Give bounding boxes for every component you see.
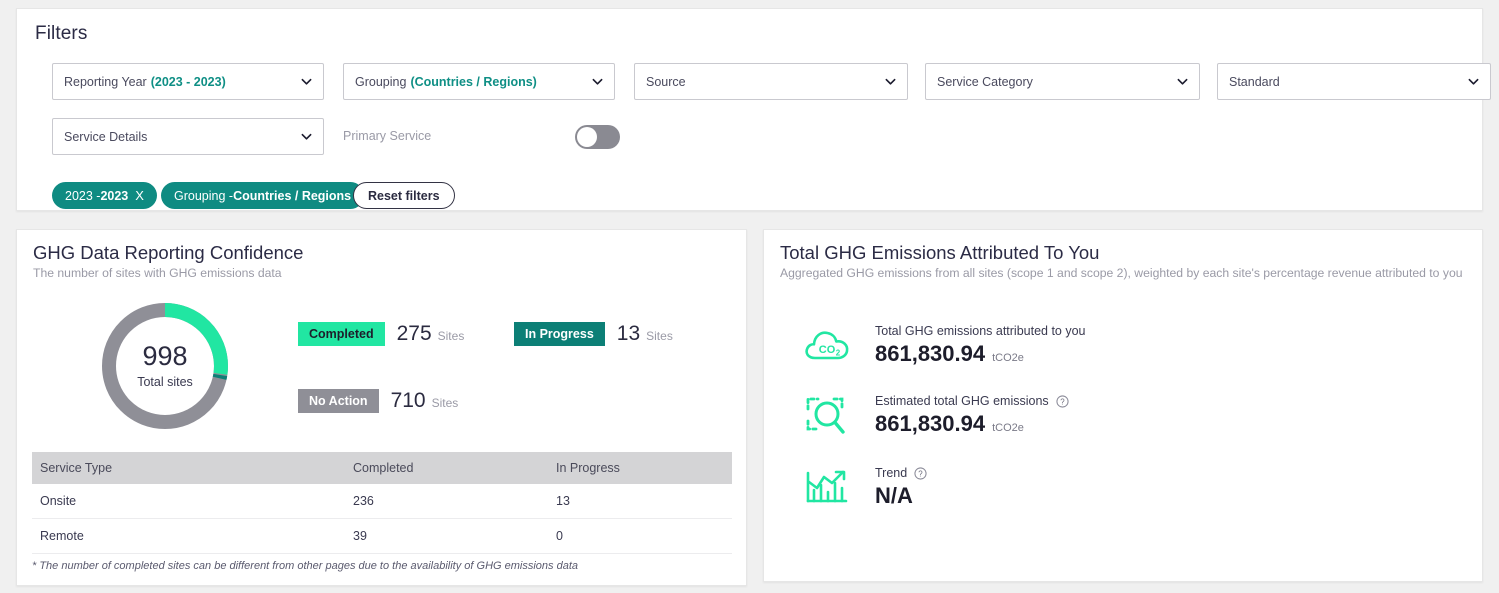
legend-item-in-progress: In Progress 13 Sites — [514, 322, 673, 346]
chip-grouping-value: Countries / Regions — [233, 188, 352, 203]
chip-year-label: 2023 - — [65, 188, 101, 203]
metric-value-row: N/A — [875, 483, 927, 509]
chevron-down-icon — [885, 76, 896, 87]
legend-item-no-action: No Action 710 Sites — [298, 389, 458, 413]
grouping-select[interactable]: Grouping (Countries / Regions) — [343, 63, 615, 100]
filter-chip-year[interactable]: 2023 - 2023 X — [52, 182, 157, 209]
svg-text:?: ? — [1060, 397, 1065, 406]
completed-unit: Sites — [437, 329, 465, 343]
total-emissions-value: 861,830.94 — [875, 341, 986, 366]
standard-label: Standard — [1229, 74, 1280, 89]
help-icon[interactable]: ? — [914, 466, 927, 480]
status-badge-no-action: No Action — [298, 389, 379, 413]
metric-label: Trend ? — [875, 466, 927, 480]
legend-item-completed: Completed 275 Sites — [298, 322, 464, 346]
page-title: GHG Data Reporting Confidence — [33, 242, 304, 263]
estimated-emissions-value: 861,830.94 — [875, 411, 986, 436]
total-sites-label: Total sites — [137, 375, 193, 389]
metric-total-emissions: CO 2 Total GHG emissions attributed to y… — [802, 322, 1086, 370]
panel-subtitle: The number of sites with GHG emissions d… — [33, 266, 282, 280]
service-category-label: Service Category — [937, 74, 1033, 89]
search-scope-icon — [802, 392, 852, 440]
metric-value-row: 861,830.94 tCO2e — [875, 341, 1086, 367]
cell-service-type: Remote — [32, 518, 345, 554]
chevron-down-icon — [592, 76, 603, 87]
table-header-row: Service Type Completed In Progress — [32, 452, 732, 484]
primary-service-toggle[interactable] — [575, 125, 620, 149]
svg-text:2: 2 — [836, 349, 841, 358]
service-type-table: Service Type Completed In Progress Onsit… — [32, 452, 732, 554]
column-header-in-progress: In Progress — [548, 452, 732, 484]
completed-count: 275 — [396, 322, 432, 345]
co2-cloud-icon: CO 2 — [802, 322, 852, 370]
total-emissions-unit: tCO2e — [992, 352, 1024, 364]
filters-title: Filters — [35, 23, 88, 44]
close-icon[interactable]: X — [135, 188, 144, 203]
svg-text:CO: CO — [819, 344, 836, 356]
reporting-year-select[interactable]: Reporting Year (2023 - 2023) — [52, 63, 324, 100]
toggle-knob — [577, 127, 597, 147]
table-row: Onsite 236 13 — [32, 484, 732, 519]
metric-body: Trend ? N/A — [875, 464, 927, 509]
filter-chip-grouping[interactable]: Grouping - Countries / Regions — [161, 182, 365, 209]
cell-completed: 236 — [345, 484, 548, 519]
metric-body: Total GHG emissions attributed to you 86… — [875, 322, 1086, 367]
service-details-select[interactable]: Service Details — [52, 118, 324, 155]
chip-year-value: 2023 — [100, 188, 129, 203]
metric-value-row: 861,830.94 tCO2e — [875, 411, 1069, 437]
table-row: Remote 39 0 — [32, 518, 732, 554]
column-header-completed: Completed — [345, 452, 548, 484]
trend-chart-icon — [802, 464, 852, 512]
metric-label: Total GHG emissions attributed to you — [875, 324, 1086, 338]
chevron-down-icon — [301, 76, 312, 87]
cell-completed: 39 — [345, 518, 548, 554]
total-sites-value: 998 — [142, 341, 188, 371]
metric-trend: Trend ? N/A — [802, 464, 927, 512]
no-action-unit: Sites — [431, 396, 459, 410]
chevron-down-icon — [301, 131, 312, 142]
column-header-service-type: Service Type — [32, 452, 345, 484]
in-progress-unit: Sites — [646, 329, 673, 343]
metric-body: Estimated total GHG emissions ? 861,830.… — [875, 392, 1069, 437]
cell-service-type: Onsite — [32, 484, 345, 519]
metric-estimated-emissions: Estimated total GHG emissions ? 861,830.… — [802, 392, 1069, 440]
reset-filters-button[interactable]: Reset filters — [353, 182, 455, 209]
cell-in-progress: 0 — [548, 518, 732, 554]
emissions-panel-subtitle: Aggregated GHG emissions from all sites … — [780, 266, 1463, 280]
filters-card: Filters Reporting Year (2023 - 2023) Gro… — [16, 8, 1491, 211]
no-action-count: 710 — [390, 389, 426, 412]
chevron-down-icon — [1468, 76, 1479, 87]
source-select[interactable]: Source — [634, 63, 908, 100]
table-footnote: * The number of completed sites can be d… — [32, 560, 579, 572]
chip-grouping-label: Grouping - — [174, 188, 234, 203]
metric-label: Estimated total GHG emissions ? — [875, 394, 1069, 408]
help-icon[interactable]: ? — [1056, 394, 1069, 408]
confidence-donut-chart: 998 Total sites — [98, 299, 232, 433]
emissions-panel-title: Total GHG Emissions Attributed To You — [780, 242, 1100, 263]
grouping-label: Grouping — [355, 74, 407, 89]
reporting-year-value: (2023 - 2023) — [150, 74, 226, 89]
service-details-label: Service Details — [64, 129, 148, 144]
reporting-year-label: Reporting Year — [64, 74, 147, 89]
svg-text:?: ? — [919, 469, 924, 478]
chevron-down-icon — [1177, 76, 1188, 87]
donut-center-label: 998 Total sites — [98, 299, 232, 433]
status-badge-completed: Completed — [298, 322, 385, 346]
primary-service-label: Primary Service — [343, 129, 432, 143]
source-label: Source — [646, 74, 686, 89]
standard-select[interactable]: Standard — [1217, 63, 1491, 100]
in-progress-count: 13 — [616, 322, 641, 345]
cell-in-progress: 13 — [548, 484, 732, 519]
trend-value: N/A — [875, 483, 913, 508]
status-badge-in-progress: In Progress — [514, 322, 605, 346]
service-category-select[interactable]: Service Category — [925, 63, 1200, 100]
grouping-value: (Countries / Regions) — [410, 74, 537, 89]
estimated-emissions-unit: tCO2e — [992, 422, 1024, 434]
